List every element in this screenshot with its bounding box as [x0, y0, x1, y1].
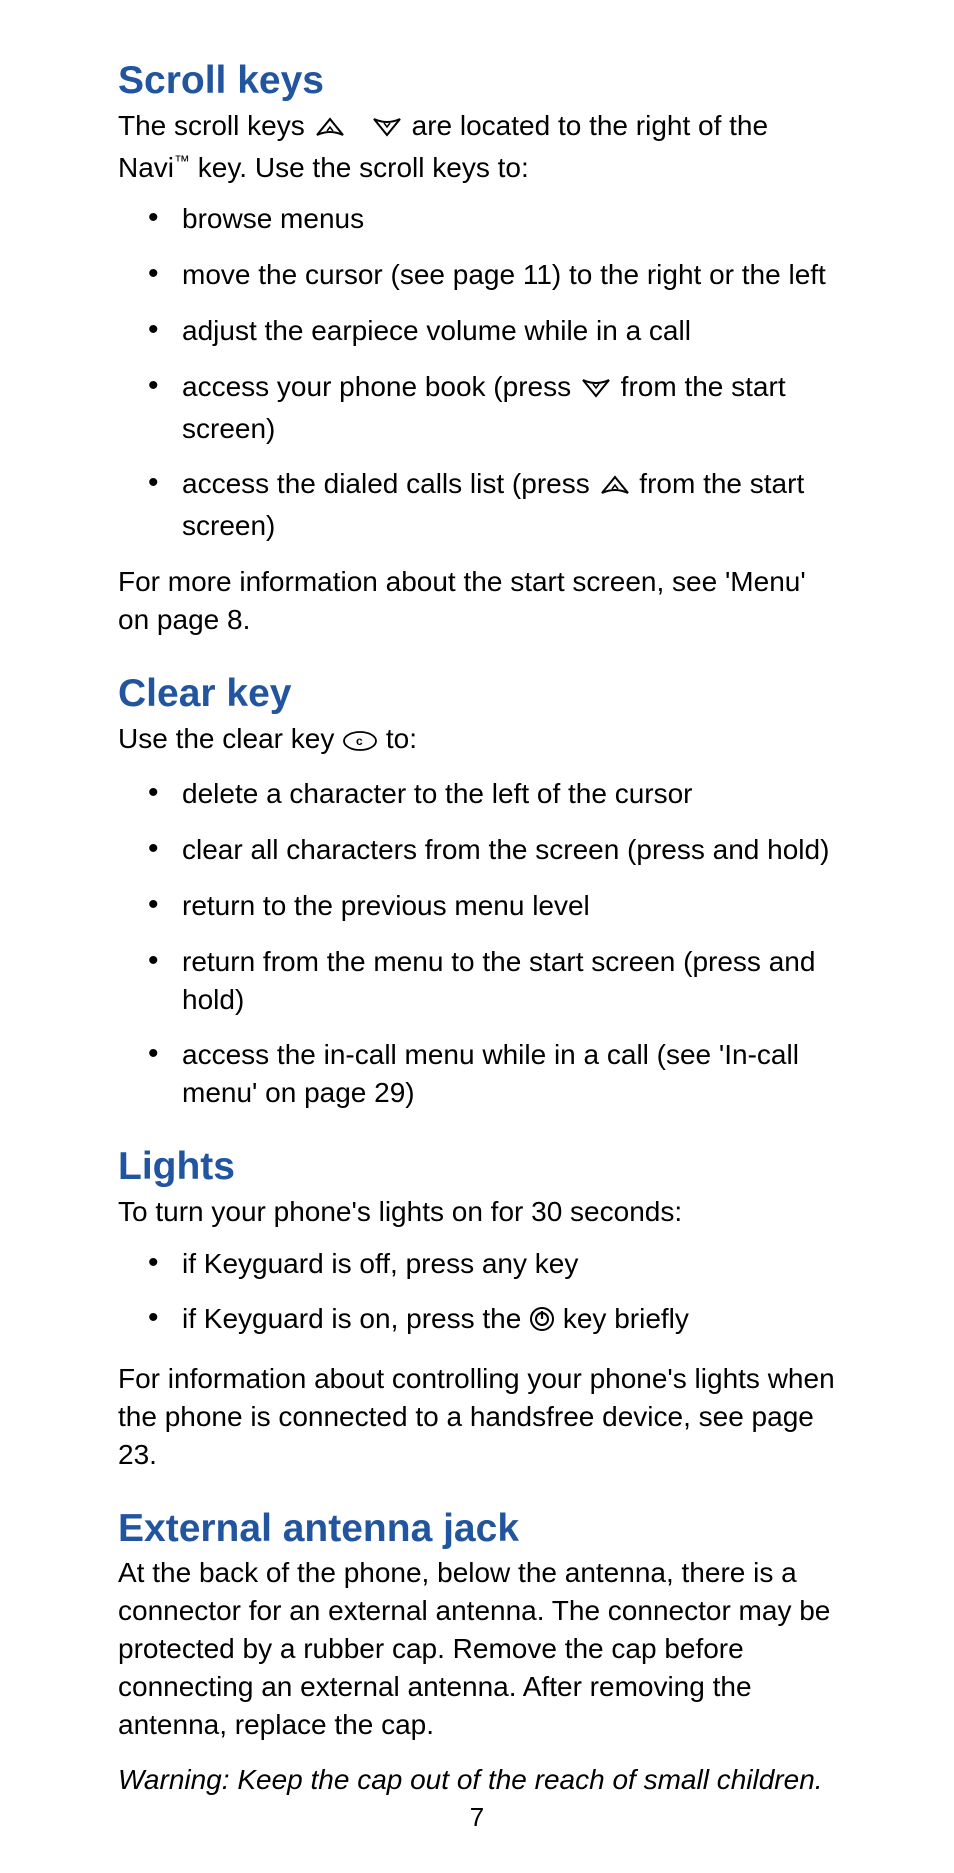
intro-scroll-keys: The scroll keys are located to the right… [118, 107, 836, 187]
heading-clear-key: Clear key [118, 673, 836, 716]
text-fragment: access your phone book (press [182, 371, 579, 402]
intro-clear-key: Use the clear key c to: [118, 720, 836, 762]
scroll-up-icon [598, 469, 632, 507]
section-external-antenna-jack: External antenna jack At the back of the… [118, 1508, 836, 1800]
manual-page: Scroll keys The scroll keys are located … [0, 0, 954, 1873]
trademark-symbol: ™ [174, 153, 190, 170]
intro-lights: To turn your phone's lights on for 30 se… [118, 1193, 836, 1231]
list-item: if Keyguard is on, press the key briefly [154, 1300, 836, 1342]
svg-text:c: c [356, 734, 363, 748]
clear-key-icon: c [342, 724, 378, 762]
page-number: 7 [0, 1802, 954, 1833]
outro-scroll-keys: For more information about the start scr… [118, 563, 836, 639]
list-item: access the in-call menu while in a call … [154, 1036, 836, 1112]
heading-scroll-keys: Scroll keys [118, 60, 836, 103]
body-antenna: At the back of the phone, below the ante… [118, 1554, 836, 1743]
power-key-icon [529, 1304, 555, 1342]
heading-lights: Lights [118, 1146, 836, 1189]
list-item: return from the menu to the start screen… [154, 943, 836, 1019]
text-fragment: to: [386, 723, 417, 754]
text-fragment: The scroll keys [118, 110, 313, 141]
text-fragment: key. Use the scroll keys to: [190, 152, 529, 183]
scroll-up-icon [313, 111, 347, 149]
scroll-down-icon [370, 111, 404, 149]
text-fragment: Use the clear key [118, 723, 342, 754]
list-item: return to the previous menu level [154, 887, 836, 925]
list-item: if Keyguard is off, press any key [154, 1245, 836, 1283]
text-fragment: key briefly [563, 1303, 689, 1334]
warning-antenna: Warning: Keep the cap out of the reach o… [118, 1761, 836, 1799]
bullet-list-scroll: browse menus move the cursor (see page 1… [118, 200, 836, 545]
bullet-list-clear: delete a character to the left of the cu… [118, 775, 836, 1112]
list-item: move the cursor (see page 11) to the rig… [154, 256, 836, 294]
list-item: delete a character to the left of the cu… [154, 775, 836, 813]
section-lights: Lights To turn your phone's lights on fo… [118, 1146, 836, 1474]
section-clear-key: Clear key Use the clear key c to: delete… [118, 673, 836, 1112]
heading-antenna: External antenna jack [118, 1508, 836, 1551]
list-item: browse menus [154, 200, 836, 238]
list-item: clear all characters from the screen (pr… [154, 831, 836, 869]
list-item: access your phone book (press from the s… [154, 368, 836, 448]
scroll-down-icon [579, 372, 613, 410]
bullet-list-lights: if Keyguard is off, press any key if Key… [118, 1245, 836, 1343]
text-fragment: access the dialed calls list (press [182, 468, 598, 499]
list-item: adjust the earpiece volume while in a ca… [154, 312, 836, 350]
list-item: access the dialed calls list (press from… [154, 465, 836, 545]
text-fragment: if Keyguard is on, press the [182, 1303, 529, 1334]
section-scroll-keys: Scroll keys The scroll keys are located … [118, 60, 836, 639]
outro-lights: For information about controlling your p… [118, 1360, 836, 1473]
